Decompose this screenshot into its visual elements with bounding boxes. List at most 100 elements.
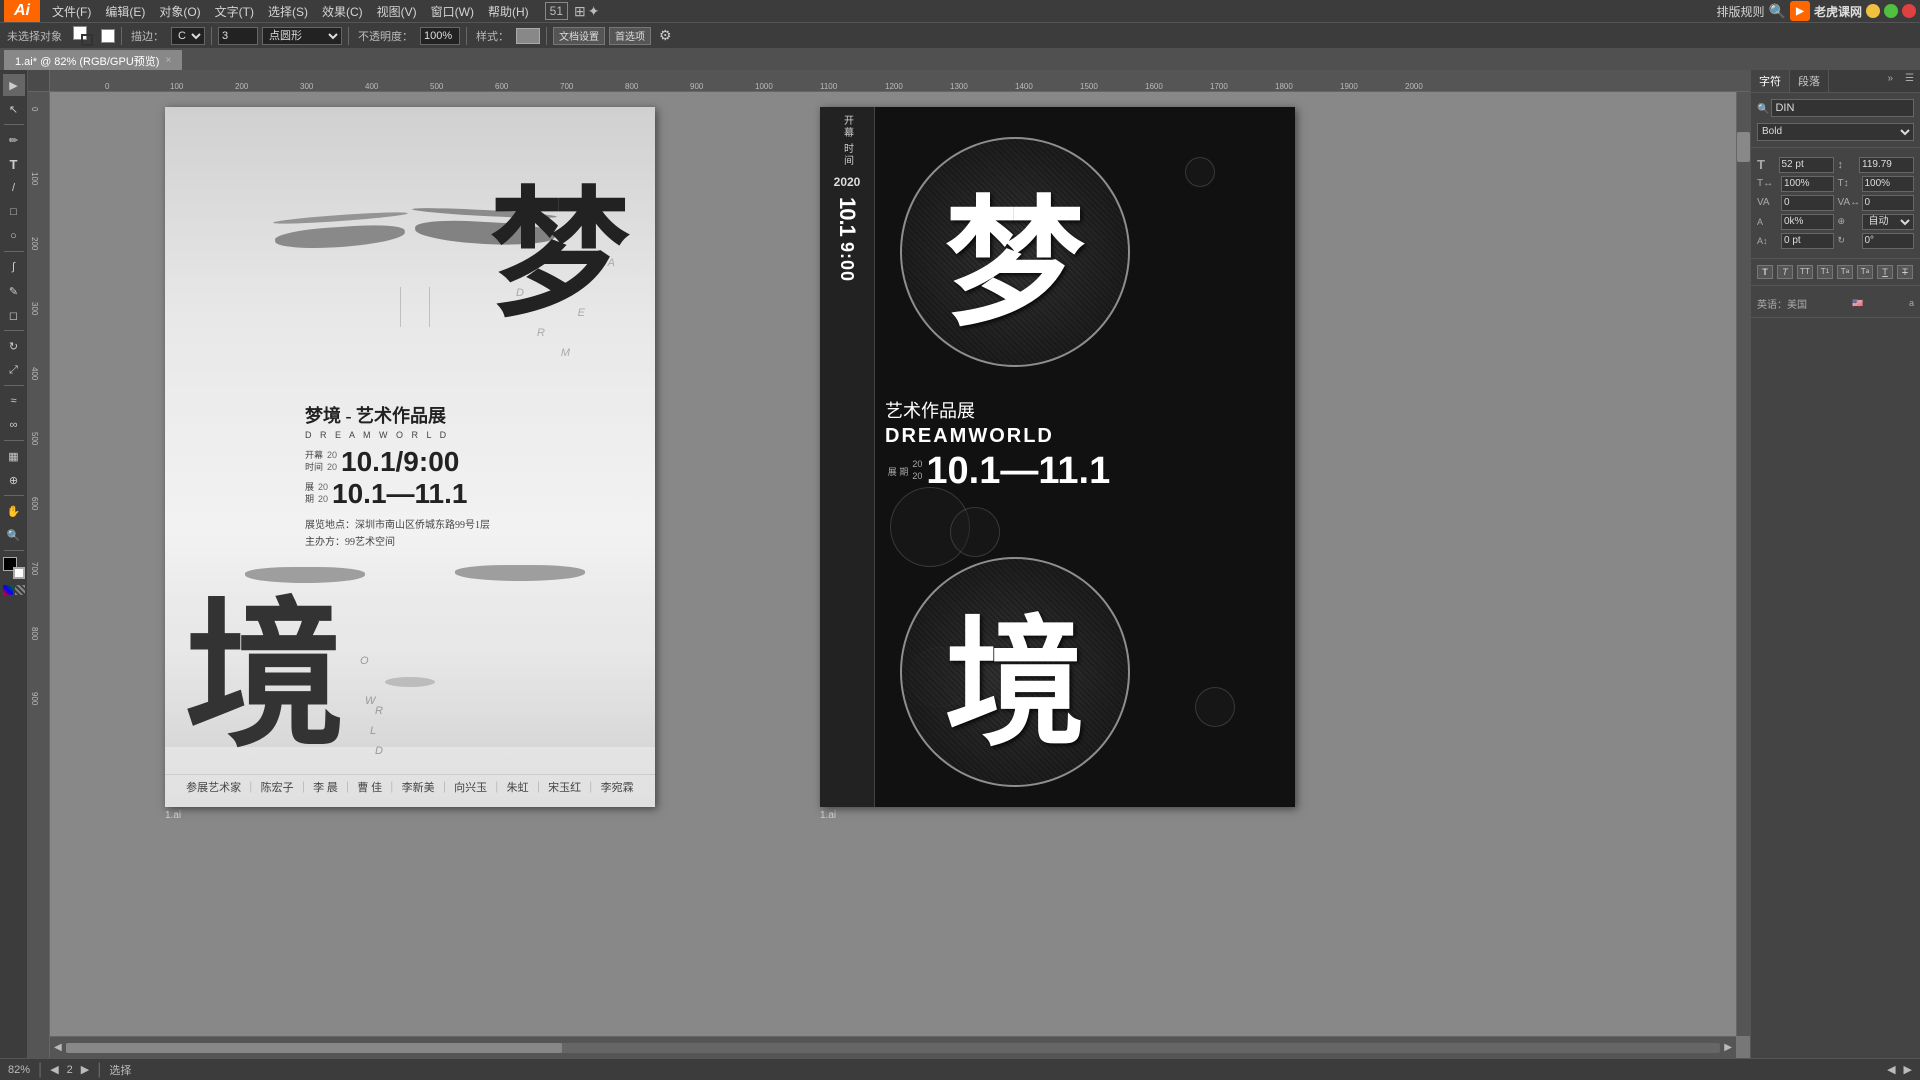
- blend-tool[interactable]: ∞: [3, 414, 25, 436]
- scroll-left-btn[interactable]: ◀: [54, 1042, 62, 1053]
- document-tab[interactable]: 1.ai* @ 82% (RGB/GPU预览) ×: [4, 50, 182, 70]
- year-b: 2020: [834, 175, 861, 189]
- italic-btn[interactable]: T: [1777, 265, 1793, 279]
- menu-effect[interactable]: 效果(C): [316, 1, 369, 22]
- tab-close-btn[interactable]: ×: [165, 55, 171, 66]
- color-a-input[interactable]: [1781, 214, 1834, 230]
- eraser-tool[interactable]: ◻: [3, 304, 25, 326]
- fill-stroke-colors[interactable]: [73, 26, 93, 46]
- scale-tool[interactable]: ⤢: [3, 359, 25, 381]
- tracking-input[interactable]: [1781, 195, 1834, 211]
- super-btn[interactable]: Ta: [1837, 265, 1853, 279]
- menu-edit[interactable]: 编辑(E): [99, 1, 151, 22]
- caps-btn[interactable]: TT: [1797, 265, 1813, 279]
- stroke-width-select[interactable]: C: [171, 27, 205, 45]
- pin-icon[interactable]: ✦: [588, 3, 600, 20]
- zoom-tool[interactable]: 🔍: [3, 524, 25, 546]
- ruler-mark-900: 900: [690, 82, 703, 91]
- h-scroll-thumb[interactable]: [66, 1043, 562, 1053]
- toolbar-divider-5: [546, 27, 547, 45]
- view-mode-icon[interactable]: ⊞: [574, 3, 586, 20]
- menu-text[interactable]: 文字(T): [209, 1, 260, 22]
- opacity-input[interactable]: [420, 27, 460, 45]
- search-icon[interactable]: 🔍: [1769, 3, 1786, 20]
- menu-object[interactable]: 对象(O): [153, 1, 206, 22]
- menu-file[interactable]: 文件(F): [46, 1, 97, 22]
- tab-character[interactable]: 字符: [1751, 70, 1790, 92]
- art-title-b: 艺术作品展: [885, 397, 1245, 423]
- sub-btn[interactable]: Ta: [1857, 265, 1873, 279]
- v-scrollbar[interactable]: [1736, 92, 1750, 1036]
- scroll-r[interactable]: ▶: [1904, 1063, 1912, 1076]
- scale-h-input[interactable]: [1781, 176, 1834, 192]
- line-tool[interactable]: /: [3, 177, 25, 199]
- stroke-width-input[interactable]: [218, 27, 258, 45]
- under-btn[interactable]: T: [1877, 265, 1893, 279]
- size-input[interactable]: [1779, 157, 1834, 173]
- nav-next-btn[interactable]: ▶: [81, 1063, 89, 1076]
- scroll-right-btn[interactable]: ▶: [1724, 1042, 1732, 1053]
- bold-btn[interactable]: T: [1757, 265, 1773, 279]
- pen-tool[interactable]: ✏: [3, 129, 25, 151]
- none-btn[interactable]: [15, 585, 25, 595]
- menu-select[interactable]: 选择(S): [262, 1, 314, 22]
- menu-view[interactable]: 视图(V): [371, 1, 423, 22]
- ruler-mark-1400: 1400: [1015, 82, 1033, 91]
- symbol-tool[interactable]: ⊕: [3, 469, 25, 491]
- small-caps-btn[interactable]: T1: [1817, 265, 1833, 279]
- rect-tool[interactable]: □: [3, 201, 25, 223]
- hand-tool[interactable]: ✋: [3, 500, 25, 522]
- font-weight-select[interactable]: Bold: [1757, 123, 1914, 141]
- scale-v-input[interactable]: [1862, 176, 1915, 192]
- artist-2: 李 晨: [313, 779, 338, 795]
- artist-3: 曹 佳: [357, 779, 382, 795]
- bubble-5: [1185, 157, 1215, 187]
- panel-expand-btn[interactable]: »: [1881, 70, 1899, 92]
- graph-tool[interactable]: ▦: [3, 445, 25, 467]
- window-close[interactable]: [1902, 4, 1916, 18]
- ruler-v-300: 300: [30, 302, 39, 315]
- select-tool[interactable]: ▶: [3, 74, 25, 96]
- preferences-btn[interactable]: 首选项: [609, 27, 651, 45]
- strike-btn[interactable]: T: [1897, 265, 1913, 279]
- scroll-l[interactable]: ◀: [1887, 1063, 1895, 1076]
- tool-divider-1: [4, 124, 24, 125]
- direct-select-tool[interactable]: ↖: [3, 98, 25, 120]
- panel-menu-btn[interactable]: ☰: [1899, 70, 1920, 92]
- gradient-btn[interactable]: [3, 585, 13, 595]
- ruler-v-200: 200: [30, 237, 39, 250]
- rotate-tool[interactable]: ↻: [3, 335, 25, 357]
- baseline-input[interactable]: [1781, 233, 1834, 249]
- h-scrollbar-area[interactable]: ◀ ▶: [50, 1036, 1736, 1058]
- tool-divider-7: [4, 550, 24, 551]
- h-scrollbar-track[interactable]: [66, 1043, 1721, 1053]
- type-tool[interactable]: T: [3, 153, 25, 175]
- tab-paragraph[interactable]: 段落: [1790, 70, 1829, 92]
- artist-8: 李宛霖: [601, 779, 634, 795]
- artboard-black: 开幕 时间 2020 10.1 9:00 梦 艺术作品展 DREAMWOR: [820, 107, 1295, 807]
- mouth: [385, 677, 435, 687]
- scroll-thumb-v[interactable]: [1737, 132, 1750, 162]
- leading-input[interactable]: [1859, 157, 1914, 173]
- warp-tool[interactable]: ≈: [3, 390, 25, 412]
- nav-prev-btn[interactable]: ◀: [50, 1063, 58, 1076]
- size-label-t: T: [1757, 157, 1775, 172]
- circle-meng: 梦: [900, 137, 1130, 367]
- ellipse-tool[interactable]: ○: [3, 225, 25, 247]
- menu-window[interactable]: 窗口(W): [425, 1, 480, 22]
- auto-select[interactable]: 自动: [1862, 214, 1915, 230]
- doc-settings-btn[interactable]: 文档设置: [553, 27, 605, 45]
- menu-help[interactable]: 帮助(H): [482, 1, 535, 22]
- opening-text-b: 开幕: [840, 115, 855, 139]
- ruler-v-800: 800: [30, 627, 39, 640]
- font-name-input[interactable]: DIN: [1771, 99, 1914, 117]
- stroke-type-select[interactable]: 点圆形: [262, 27, 342, 45]
- pencil-tool[interactable]: ✎: [3, 280, 25, 302]
- kerning-input[interactable]: [1862, 195, 1915, 211]
- fill-stroke-selector[interactable]: [3, 557, 25, 579]
- window-maximize[interactable]: [1884, 4, 1898, 18]
- brush-tool[interactable]: ∫: [3, 256, 25, 278]
- rotate-input[interactable]: [1862, 233, 1915, 249]
- window-minimize[interactable]: [1866, 4, 1880, 18]
- toolbar-extra-icon[interactable]: ⚙: [655, 27, 676, 44]
